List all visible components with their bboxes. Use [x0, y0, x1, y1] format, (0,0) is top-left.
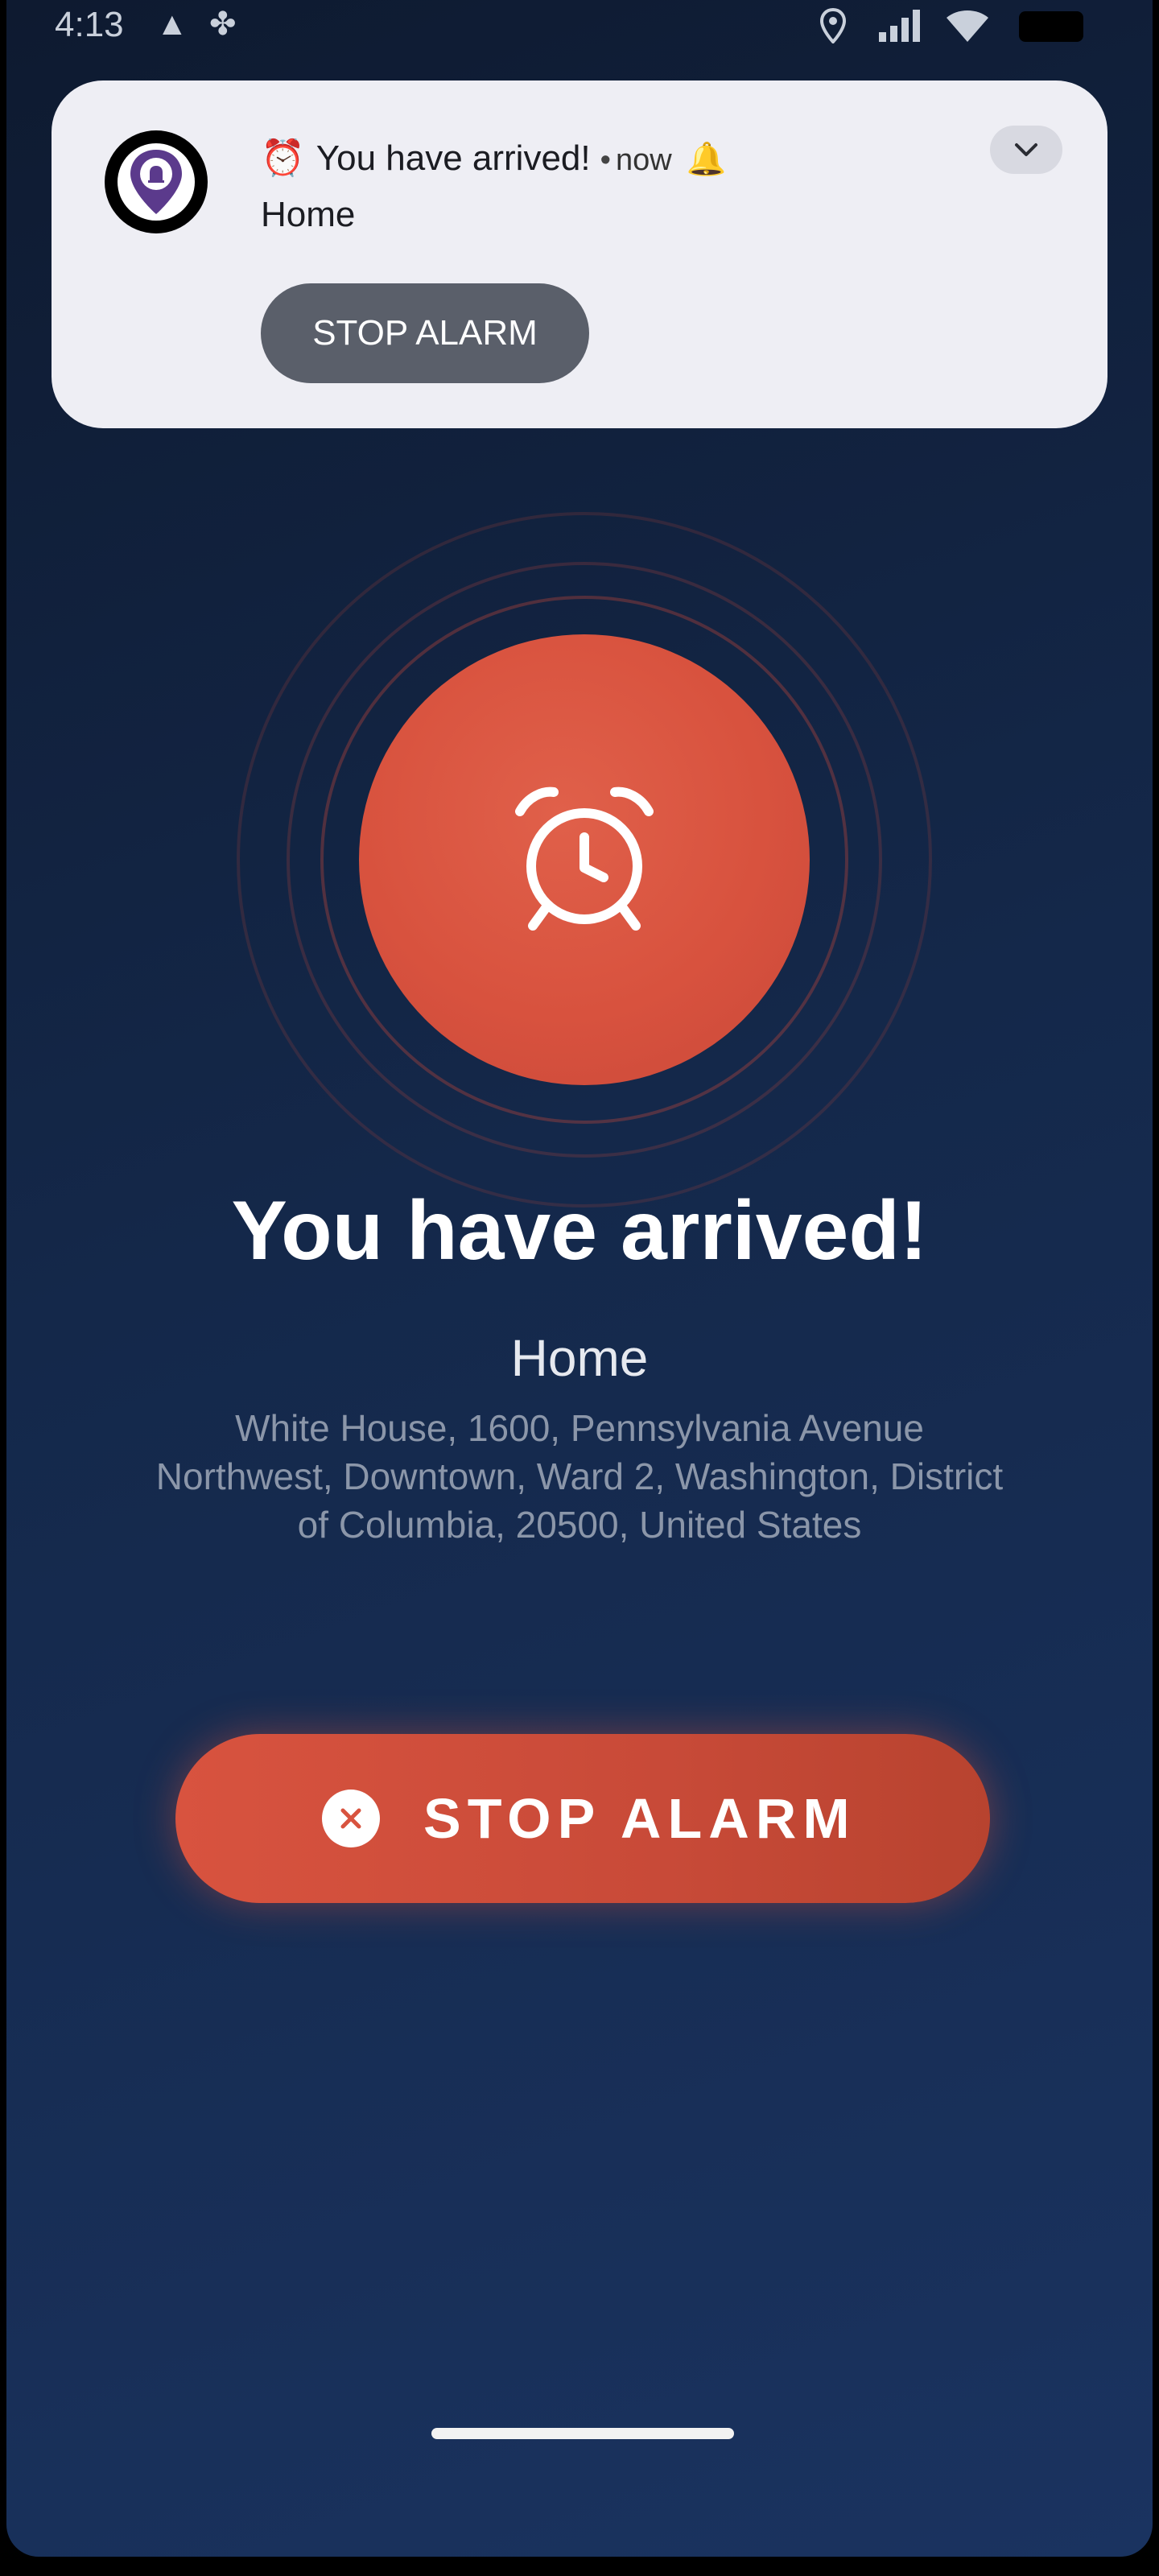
destination-name: Home	[510, 1329, 649, 1387]
close-icon	[322, 1790, 380, 1847]
arrival-title: You have arrived!	[231, 1184, 928, 1278]
stop-alarm-label: STOP ALARM	[423, 1787, 856, 1850]
app-screen: 4:13 ▲ ✤ ⏰ You have arrived! • now 🔔 Home	[6, 0, 1153, 2557]
alarm-indicator	[359, 634, 810, 1085]
stop-alarm-button[interactable]: STOP ALARM	[175, 1734, 990, 1903]
alarm-clock-icon	[515, 786, 654, 931]
home-indicator[interactable]	[431, 2428, 734, 2439]
destination-address: White House, 1600, Pennsylvania Avenue N…	[155, 1407, 1004, 1546]
